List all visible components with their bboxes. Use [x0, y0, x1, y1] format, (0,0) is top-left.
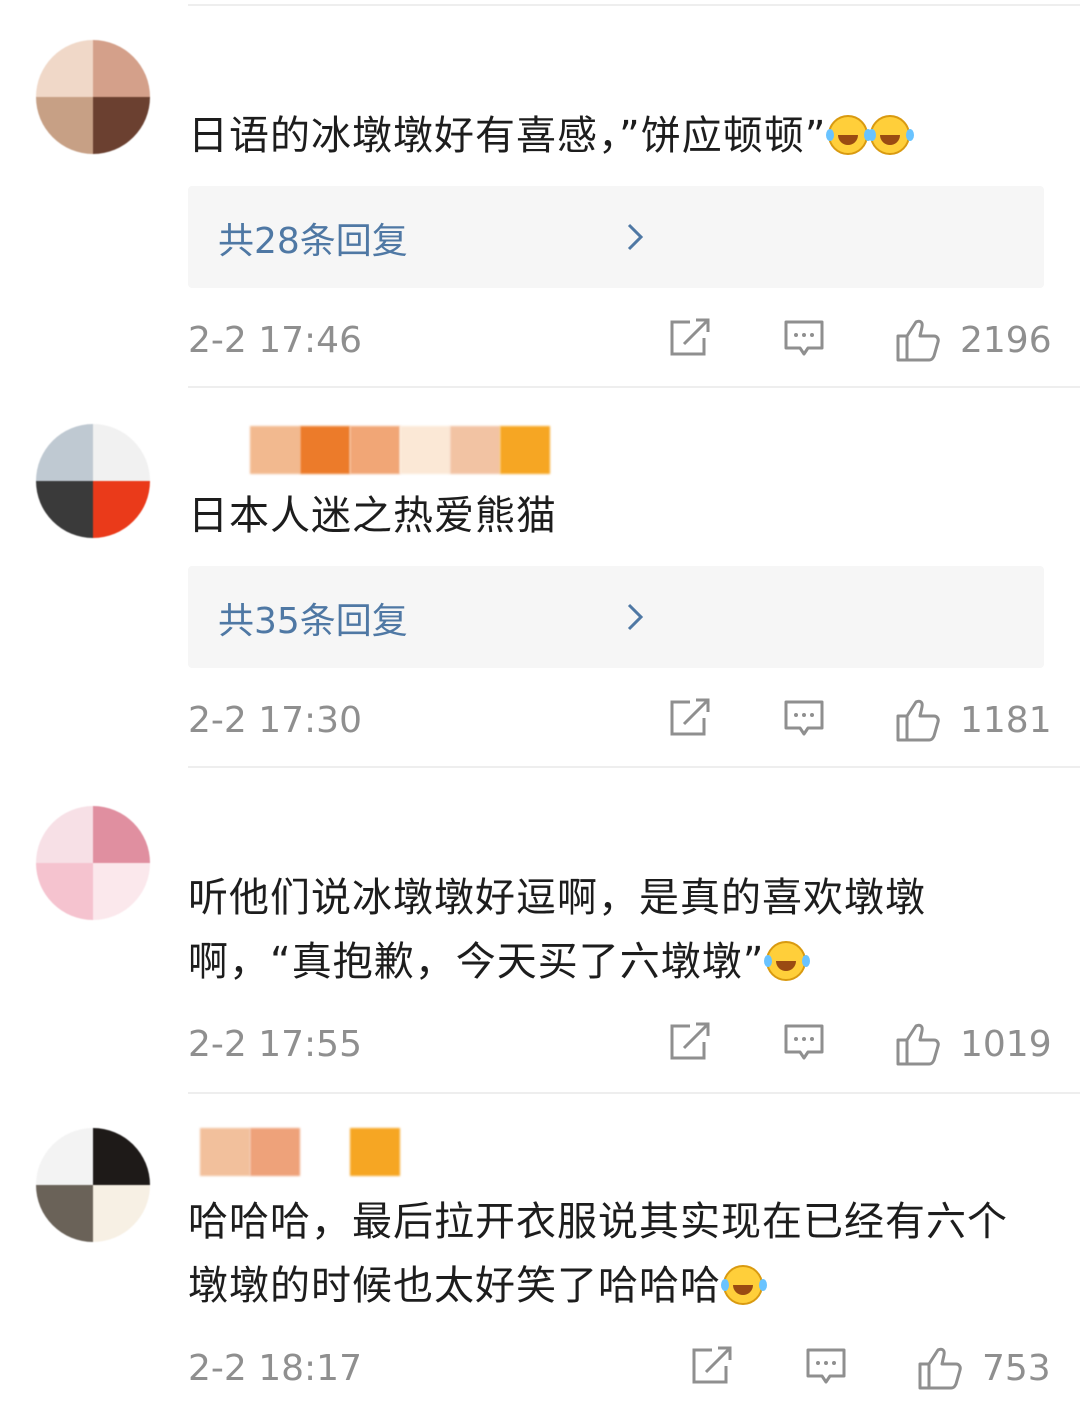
comment-text: 日本人迷之热爱熊猫	[188, 484, 1058, 548]
replies-box[interactable]: 共35条回复	[188, 566, 1044, 668]
comment-text-body: 日本人迷之热爱熊猫	[188, 493, 557, 539]
comment-icon[interactable]	[782, 1020, 826, 1064]
share-icon[interactable]	[668, 696, 712, 740]
timestamp: 2-2 18:17	[188, 1348, 362, 1389]
comment-meta: 2-2 17:30 1181	[188, 696, 1052, 746]
avatar-pixel	[93, 97, 150, 154]
like-count: 1019	[960, 1024, 1052, 1065]
avatar[interactable]	[36, 806, 150, 920]
like-count: 2196	[960, 320, 1052, 361]
avatar-pixel	[36, 481, 93, 538]
redaction-block	[200, 1128, 250, 1176]
avatar[interactable]	[36, 424, 150, 538]
redaction-block	[500, 426, 550, 474]
replies-link[interactable]: 共28条回复	[218, 212, 408, 264]
avatar-pixel	[36, 1185, 93, 1242]
comment-meta: 2-2 17:55 1019	[188, 1020, 1052, 1070]
timestamp: 2-2 17:30	[188, 700, 362, 741]
timestamp: 2-2 17:55	[188, 1024, 362, 1065]
avatar[interactable]	[36, 1128, 150, 1242]
avatar-pixel	[93, 424, 150, 481]
replies-link[interactable]: 共35条回复	[218, 592, 408, 644]
redaction-block	[350, 1128, 400, 1176]
redaction-block	[350, 426, 400, 474]
share-icon[interactable]	[690, 1344, 734, 1388]
comment-meta: 2-2 17:46 2196	[188, 316, 1052, 366]
comment-text: 日语的冰墩墩好有喜感，”饼应顿顿”	[188, 104, 1058, 168]
comment-icon[interactable]	[782, 696, 826, 740]
avatar-pixel	[36, 1128, 93, 1185]
comment-text-body: 听他们说冰墩墩好逗啊，是真的喜欢墩墩啊，“真抱歉，今天买了六墩墩”	[188, 875, 926, 985]
comment-meta: 2-2 18:17 753	[188, 1344, 1051, 1394]
divider	[188, 1092, 1080, 1094]
avatar-pixel	[36, 40, 93, 97]
comment-icon[interactable]	[804, 1344, 848, 1388]
avatar-pixel	[36, 424, 93, 481]
like-count: 1181	[960, 700, 1052, 741]
like-icon[interactable]	[894, 1020, 942, 1068]
username-redacted[interactable]	[200, 1128, 560, 1176]
avatar-pixel	[93, 1128, 150, 1185]
avatar-pixel	[36, 97, 93, 154]
top-divider	[188, 4, 1080, 6]
divider	[188, 386, 1080, 388]
laughing-crying-emoji	[826, 115, 869, 155]
avatar[interactable]	[36, 40, 150, 154]
comment-text: 哈哈哈，最后拉开衣服说其实现在已经有六个墩墩的时候也太好笑了哈哈哈	[188, 1190, 1048, 1318]
laughing-crying-emoji	[868, 115, 911, 155]
avatar-pixel	[93, 40, 150, 97]
like-icon[interactable]	[894, 316, 942, 364]
redaction-block	[400, 426, 450, 474]
like-icon[interactable]	[894, 696, 942, 744]
comment-text-body: 哈哈哈，最后拉开衣服说其实现在已经有六个墩墩的时候也太好笑了哈哈哈	[188, 1199, 1008, 1309]
comment-text: 听他们说冰墩墩好逗啊，是真的喜欢墩墩啊，“真抱歉，今天买了六墩墩”	[188, 866, 1008, 994]
avatar-pixel	[93, 863, 150, 920]
chevron-right-icon	[627, 223, 644, 251]
avatar-pixel	[36, 806, 93, 863]
timestamp: 2-2 17:46	[188, 320, 362, 361]
avatar-pixel	[93, 806, 150, 863]
like-count: 753	[982, 1348, 1051, 1389]
redaction-block	[300, 426, 350, 474]
redaction-block	[450, 426, 500, 474]
comment-text-body: 日语的冰墩墩好有喜感，”饼应顿顿”	[188, 113, 827, 159]
share-icon[interactable]	[668, 316, 712, 360]
laughing-crying-emoji	[721, 1265, 763, 1305]
comment-icon[interactable]	[782, 316, 826, 360]
share-icon[interactable]	[668, 1020, 712, 1064]
chevron-right-icon	[627, 603, 644, 631]
avatar-pixel	[93, 1185, 150, 1242]
avatar-pixel	[36, 863, 93, 920]
redaction-block	[250, 1128, 300, 1176]
redaction-block	[250, 426, 300, 474]
divider	[188, 766, 1080, 768]
like-icon[interactable]	[916, 1344, 964, 1392]
laughing-crying-emoji	[764, 941, 807, 981]
avatar-pixel	[93, 481, 150, 538]
replies-box[interactable]: 共28条回复	[188, 186, 1044, 288]
username-redacted[interactable]	[250, 426, 610, 474]
